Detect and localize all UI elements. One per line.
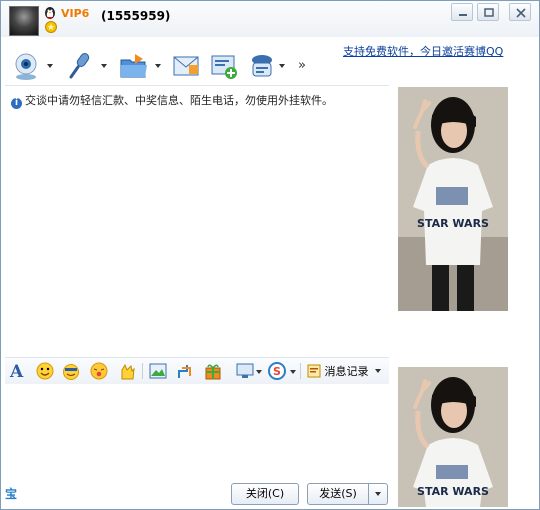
minimize-icon [459,14,467,16]
svg-text:A: A [9,362,24,381]
qq-number: (1555959) [101,9,171,23]
more-tools-button[interactable]: » [298,58,306,73]
maximize-icon [484,8,494,17]
font-icon[interactable]: A [7,361,27,381]
photo-image-2: STAR WARS [398,367,508,507]
email-button[interactable] [171,51,201,83]
separator [142,363,143,379]
voice-chat-button[interactable] [65,51,109,83]
microphone-icon [69,53,90,79]
message-area[interactable]: i 交谈中请勿轻信汇款、中奖信息、陌生电话，勿使用外挂软件。 [5,85,389,358]
close-window-button[interactable] [509,3,531,21]
share-button[interactable] [209,51,239,83]
bao-link[interactable]: 宝 [5,485,17,502]
history-icon [307,364,321,378]
close-button[interactable]: 关闭(C) [231,483,299,505]
shirt-text-2: STAR WARS [417,485,489,498]
title-bar: VIP6 (1555959) [1,1,539,37]
star-icon [45,21,57,33]
close-icon [516,8,526,18]
vip-badge[interactable]: VIP6 [61,7,89,20]
qq-penguin-icon [45,7,55,19]
minimize-button[interactable] [451,3,473,21]
hand-icon[interactable] [117,361,137,381]
screenshot-icon[interactable] [175,361,195,381]
send-file-button[interactable] [119,51,163,83]
message-input[interactable] [5,383,389,479]
warning-text: 交谈中请勿轻信汇款、中奖信息、陌生电话，勿使用外挂软件。 [25,94,333,107]
send-button[interactable]: 发送(S) [307,483,369,505]
screen-share-icon[interactable] [235,361,255,381]
add-document-icon [211,55,237,79]
app-icon [252,55,272,77]
chevron-down-icon [375,492,381,496]
app-button[interactable] [247,51,291,83]
image-icon[interactable] [148,361,168,381]
avatar[interactable] [9,6,39,36]
nudge-icon[interactable] [89,361,109,381]
soso-icon[interactable]: S [267,361,287,381]
my-photo[interactable]: STAR WARS [398,367,508,507]
format-toolbar: A S 消息记录 [5,357,389,384]
svg-text:S: S [273,365,281,378]
contact-photo[interactable]: STAR WARS [398,87,508,311]
folder-icon [120,54,147,78]
send-options-button[interactable] [368,483,388,505]
video-chat-button[interactable] [11,51,55,83]
smiley-icon[interactable] [35,361,55,381]
message-history-button[interactable]: 消息记录 [307,363,381,379]
history-label: 消息记录 [324,365,369,378]
chat-window: VIP6 (1555959) 支持免费软件，今日邀活赛博QQ » i 交谈中请勿… [0,0,540,510]
photo-image: STAR WARS [398,87,508,311]
video-chat-icon [15,53,37,80]
security-warning: i 交谈中请勿轻信汇款、中奖信息、陌生电话，勿使用外挂软件。 [11,92,333,109]
magic-emoticon-icon[interactable] [61,361,81,381]
info-icon: i [11,98,22,109]
promo-link[interactable]: 支持免费软件，今日邀活赛博QQ [343,43,503,59]
toolbar: » [11,51,311,83]
email-icon [173,56,199,76]
soso-dropdown[interactable] [290,370,296,374]
gift-icon[interactable] [203,361,223,381]
shirt-text: STAR WARS [417,217,489,230]
separator [300,363,301,379]
screen-share-dropdown[interactable] [256,370,262,374]
maximize-button[interactable] [477,3,499,21]
